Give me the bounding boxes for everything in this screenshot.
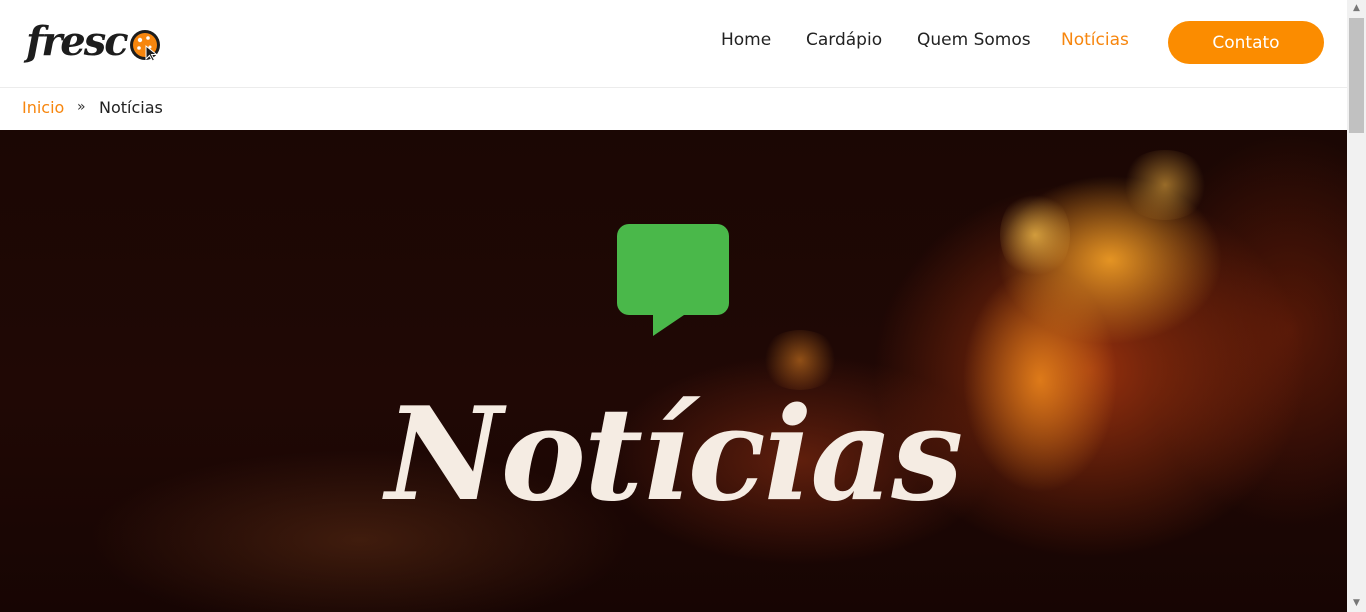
breadcrumb-home-link[interactable]: Inicio <box>22 98 64 117</box>
scroll-down-arrow-icon[interactable]: ▼ <box>1347 595 1366 612</box>
contato-button[interactable]: Contato <box>1168 21 1324 64</box>
hero-banner: Notícias <box>0 130 1347 612</box>
scroll-thumb[interactable] <box>1349 18 1364 133</box>
pizza-logo-icon <box>128 28 162 62</box>
nav-cardapio[interactable]: Cardápio <box>806 30 882 50</box>
chat-bubble-icon <box>617 224 729 336</box>
page-scrollbar[interactable]: ▲ ▼ <box>1347 0 1366 612</box>
breadcrumb: Inicio » Notícias <box>0 89 1347 130</box>
breadcrumb-current: Notícias <box>99 98 163 117</box>
logo[interactable]: fresc <box>26 14 166 70</box>
hero-title: Notícias <box>385 380 964 530</box>
page: fresc Home Cardápio Quem Somos Notícias … <box>0 0 1347 612</box>
fire-glow <box>1120 150 1210 220</box>
nav-quem-somos[interactable]: Quem Somos <box>917 30 1031 50</box>
scroll-up-arrow-icon[interactable]: ▲ <box>1347 0 1366 17</box>
nav-home[interactable]: Home <box>721 30 771 50</box>
breadcrumb-separator: » <box>77 99 86 115</box>
site-header: fresc Home Cardápio Quem Somos Notícias … <box>0 0 1347 88</box>
fire-glow <box>1000 190 1070 280</box>
logo-text: fresc <box>26 18 129 65</box>
nav-noticias[interactable]: Notícias <box>1061 30 1129 50</box>
